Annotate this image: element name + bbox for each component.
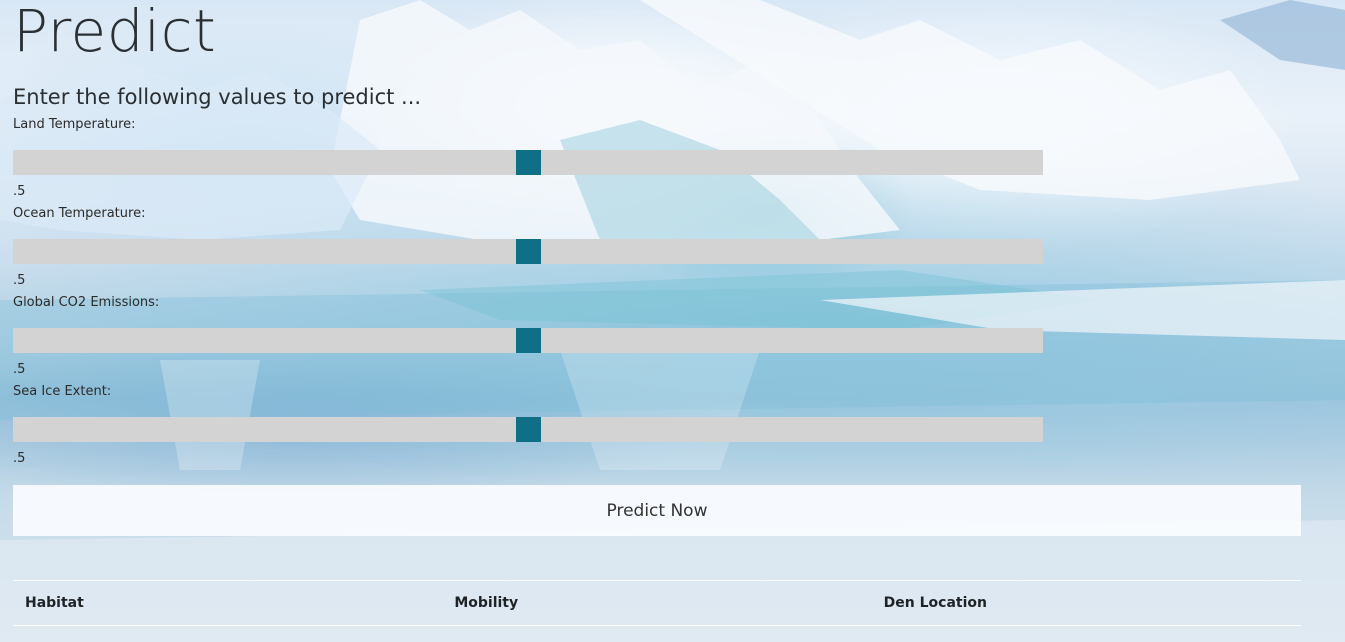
land-temperature-label: Land Temperature: [13, 117, 136, 132]
den-location-column-header: Den Location [871, 580, 1301, 626]
mobility-column-header: Mobility [442, 580, 872, 626]
ocean-temperature-value: .5 [13, 273, 26, 288]
sea-ice-extent-value: .5 [13, 451, 26, 466]
results-table: Habitat Mobility Den Location [13, 580, 1301, 626]
ocean-temperature-slider[interactable] [13, 239, 1043, 264]
sea-ice-extent-slider[interactable] [13, 417, 1043, 442]
sea-ice-extent-label: Sea Ice Extent: [13, 384, 112, 399]
slider-thumb[interactable] [516, 417, 541, 442]
page-subtitle: Enter the following values to predict ..… [13, 85, 422, 109]
slider-thumb[interactable] [516, 328, 541, 353]
land-temperature-slider[interactable] [13, 150, 1043, 175]
co2-emissions-label: Global CO2 Emissions: [13, 295, 160, 310]
co2-emissions-slider[interactable] [13, 328, 1043, 353]
land-temperature-value: .5 [13, 184, 26, 199]
co2-emissions-value: .5 [13, 362, 26, 377]
habitat-column-header: Habitat [13, 580, 443, 626]
slider-thumb[interactable] [516, 239, 541, 264]
page-title: Predict [13, 0, 217, 65]
predict-now-button[interactable]: Predict Now [13, 485, 1301, 536]
results-header-row: Habitat Mobility Den Location [13, 580, 1301, 626]
slider-thumb[interactable] [516, 150, 541, 175]
ocean-temperature-label: Ocean Temperature: [13, 206, 146, 221]
